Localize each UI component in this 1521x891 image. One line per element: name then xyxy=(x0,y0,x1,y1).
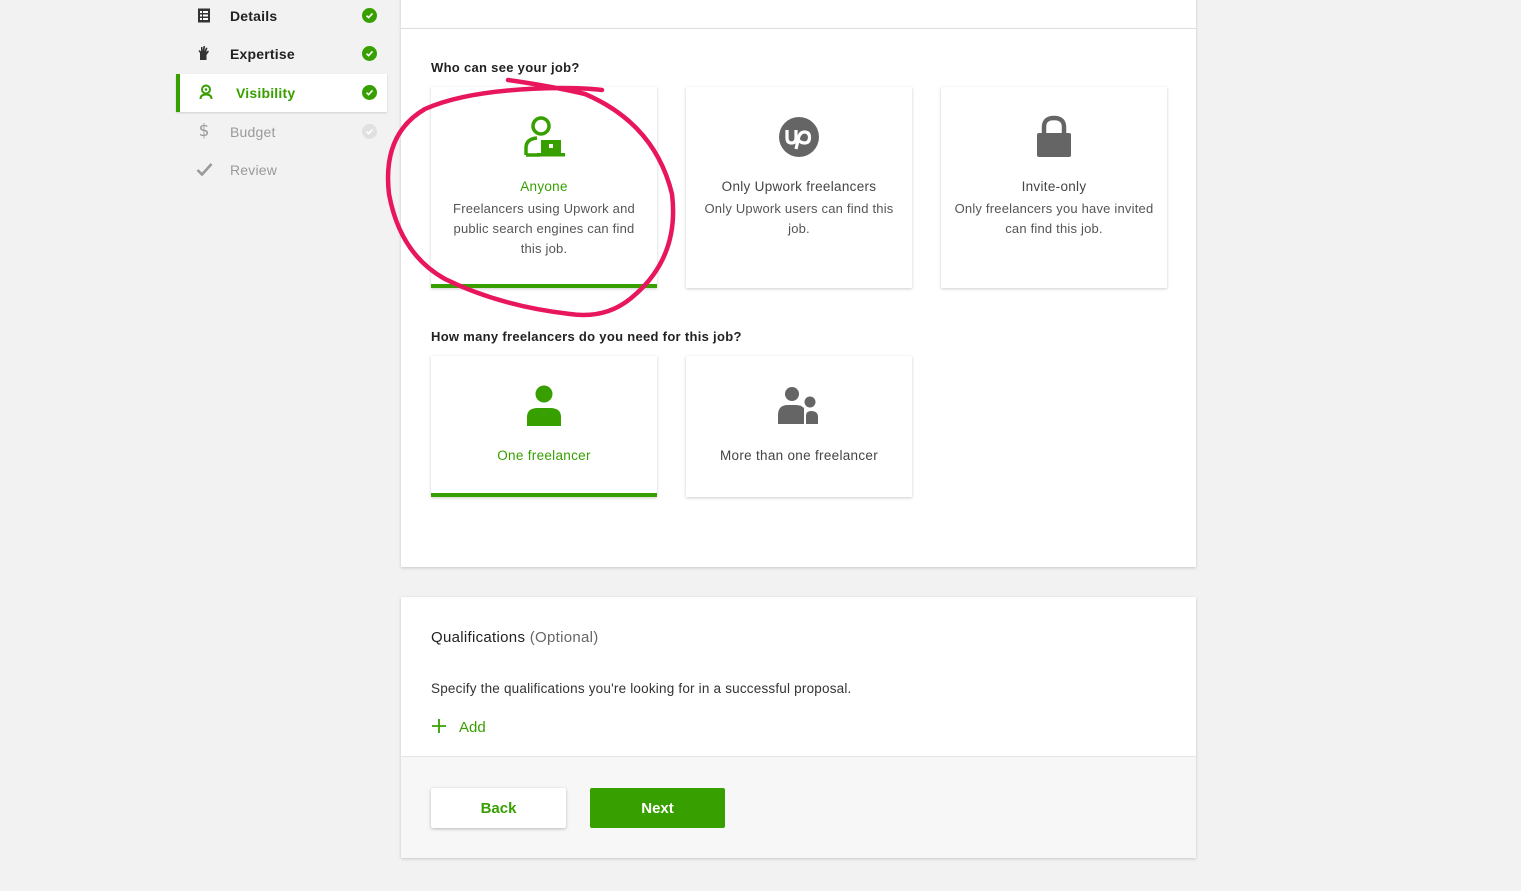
qualifications-card: Qualifications (Optional) Specify the qu… xyxy=(401,597,1196,858)
sidebar-item-details[interactable]: Details xyxy=(176,0,387,35)
add-qualification-link[interactable]: Add xyxy=(431,717,486,737)
visibility-card: Who can see your job? Anyone Freelancers… xyxy=(401,29,1196,567)
freelancer-option-multiple[interactable]: More than one freelancer xyxy=(686,356,912,497)
form-footer: Back Next xyxy=(401,756,1196,858)
sidebar-item-expertise[interactable]: Expertise xyxy=(176,35,387,73)
sidebar-item-label: Visibility xyxy=(236,85,296,101)
list-icon xyxy=(195,6,213,24)
freelancers-question: How many freelancers do you need for thi… xyxy=(431,329,742,344)
sidebar-item-label: Budget xyxy=(230,124,276,140)
dollar-icon: $ xyxy=(198,121,210,141)
qualifications-title: Qualifications xyxy=(431,629,526,646)
option-description: Only freelancers you have invited can fi… xyxy=(954,201,1154,236)
sidebar-item-visibility[interactable]: Visibility xyxy=(176,74,387,112)
check-circle-icon xyxy=(362,8,377,23)
check-circle-icon xyxy=(362,124,377,139)
hand-icon xyxy=(195,44,213,62)
option-title: More than one freelancer xyxy=(719,448,879,463)
sidebar-item-label: Expertise xyxy=(230,46,295,62)
visibility-question: Who can see your job? xyxy=(431,60,580,75)
checkmark-icon xyxy=(195,160,213,178)
person-laptop-icon xyxy=(431,115,657,159)
visibility-option-anyone[interactable]: Anyone Freelancers using Upwork and publ… xyxy=(431,87,657,288)
freelancer-option-one[interactable]: One freelancer xyxy=(431,356,657,497)
option-title: One freelancer xyxy=(497,448,591,463)
sidebar-item-review[interactable]: Review xyxy=(176,151,387,189)
lock-icon xyxy=(941,115,1167,159)
qualifications-heading: Qualifications (Optional) xyxy=(431,629,599,646)
person-search-icon xyxy=(197,83,215,101)
sidebar-item-label: Review xyxy=(230,162,278,178)
sidebar-item-budget[interactable]: $ Budget xyxy=(176,113,387,151)
option-description: Freelancers using Upwork and public sear… xyxy=(453,201,635,256)
option-title: Only Upwork freelancers xyxy=(721,179,877,194)
upwork-logo-icon xyxy=(686,115,912,159)
check-circle-icon xyxy=(362,46,377,61)
plus-icon xyxy=(431,717,447,737)
check-circle-icon xyxy=(362,85,377,100)
next-button[interactable]: Next xyxy=(590,788,725,828)
previous-section-card xyxy=(401,0,1196,29)
visibility-option-invite-only[interactable]: Invite-only Only freelancers you have in… xyxy=(941,87,1167,288)
group-icon xyxy=(686,384,912,428)
back-button[interactable]: Back xyxy=(431,788,566,828)
add-label: Add xyxy=(459,718,486,736)
qualifications-description: Specify the qualifications you're lookin… xyxy=(431,681,852,696)
optional-label: (Optional) xyxy=(529,629,599,646)
visibility-option-upwork-only[interactable]: Only Upwork freelancers Only Upwork user… xyxy=(686,87,912,288)
sidebar-item-label: Details xyxy=(230,8,278,24)
option-title: Invite-only xyxy=(1021,179,1087,194)
option-title: Anyone xyxy=(520,179,568,194)
option-description: Only Upwork users can find this job. xyxy=(704,201,894,236)
single-person-icon xyxy=(431,384,657,428)
sidebar-steps: Details Expertise Visibility $ Budget Re… xyxy=(176,0,387,190)
